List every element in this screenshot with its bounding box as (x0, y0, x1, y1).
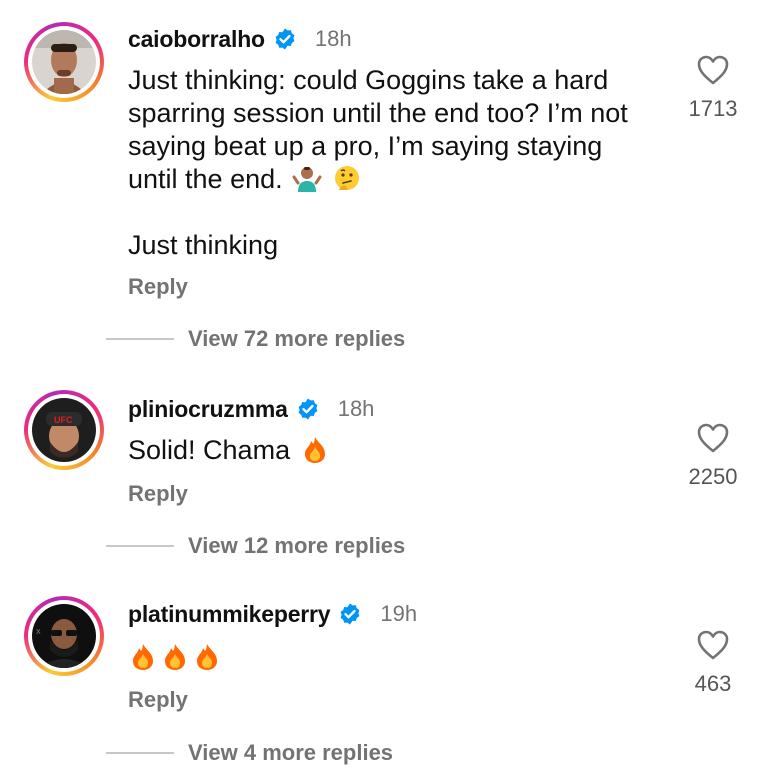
like-section: 463 (672, 629, 754, 697)
divider (106, 545, 174, 547)
username[interactable]: pliniocruzmma (128, 396, 288, 423)
avatar (32, 30, 96, 94)
comment-text-line: Solid! Chama (128, 435, 291, 465)
view-more-replies-button[interactable]: View 72 more replies (106, 326, 405, 352)
view-more-replies-label: View 12 more replies (188, 533, 406, 558)
reply-button[interactable]: Reply (128, 687, 188, 713)
like-section: 2250 (672, 422, 754, 490)
verified-badge-icon (273, 27, 297, 51)
svg-text:X: X (36, 629, 41, 636)
comment-item: caioborralho 18h Just thinking: could Go… (0, 0, 768, 370)
reply-button[interactable]: Reply (128, 274, 188, 300)
heart-icon[interactable] (696, 422, 730, 454)
story-ring[interactable] (24, 22, 104, 102)
fire-emoji-icon (160, 642, 190, 672)
divider (106, 752, 174, 754)
like-count: 2250 (688, 464, 738, 489)
heart-icon[interactable] (696, 54, 730, 86)
comment-text-line: sparring session until the end too? I’m … (128, 98, 628, 128)
comment-text-line: saying beat up a pro, I’m saying staying (128, 131, 603, 161)
verified-badge-icon (338, 602, 362, 626)
thinking-face-emoji-icon (332, 164, 362, 194)
comment-header: caioborralho 18h (128, 22, 352, 56)
reply-button[interactable]: Reply (128, 481, 188, 507)
username[interactable]: caioborralho (128, 26, 265, 53)
timestamp: 19h (380, 601, 418, 626)
comment-text-line: Just thinking: could Goggins take a hard (128, 65, 609, 95)
svg-text:UFC: UFC (54, 415, 73, 425)
person-shrugging-emoji-icon (292, 164, 322, 194)
timestamp: 18h (337, 396, 375, 421)
timestamp: 18h (314, 26, 352, 51)
view-more-replies-button[interactable]: View 12 more replies (106, 533, 405, 559)
avatar: UFC (32, 398, 96, 462)
fire-emoji-icon (128, 642, 158, 672)
comment-text-line: until the end. (128, 164, 283, 194)
username[interactable]: platinummikeperry (128, 601, 331, 628)
comment-text: Solid! Chama (128, 434, 648, 467)
heart-icon[interactable] (696, 629, 730, 661)
divider (106, 338, 174, 340)
view-more-replies-button[interactable]: View 4 more replies (106, 740, 393, 766)
comment-item: X platinummikeperry 19h Reply View 4 mor… (0, 577, 768, 784)
avatar: X (32, 604, 96, 668)
comment-text (128, 641, 648, 674)
story-ring[interactable]: UFC (24, 390, 104, 470)
like-section: 1713 (672, 54, 754, 122)
view-more-replies-label: View 72 more replies (188, 326, 406, 351)
comment-item: UFC pliniocruzmma 18h Solid! Chama Reply… (0, 370, 768, 575)
fire-emoji-icon (192, 642, 222, 672)
comment-text-line: Just thinking (128, 230, 279, 260)
story-ring[interactable]: X (24, 596, 104, 676)
view-more-replies-label: View 4 more replies (188, 740, 394, 765)
comment-header: pliniocruzmma 18h (128, 392, 374, 426)
comment-text: Just thinking: could Goggins take a hard… (128, 64, 648, 262)
like-count: 1713 (688, 96, 738, 121)
verified-badge-icon (296, 397, 320, 421)
fire-emoji-icon (300, 435, 330, 465)
like-count: 463 (694, 671, 732, 696)
comment-header: platinummikeperry 19h (128, 597, 417, 631)
